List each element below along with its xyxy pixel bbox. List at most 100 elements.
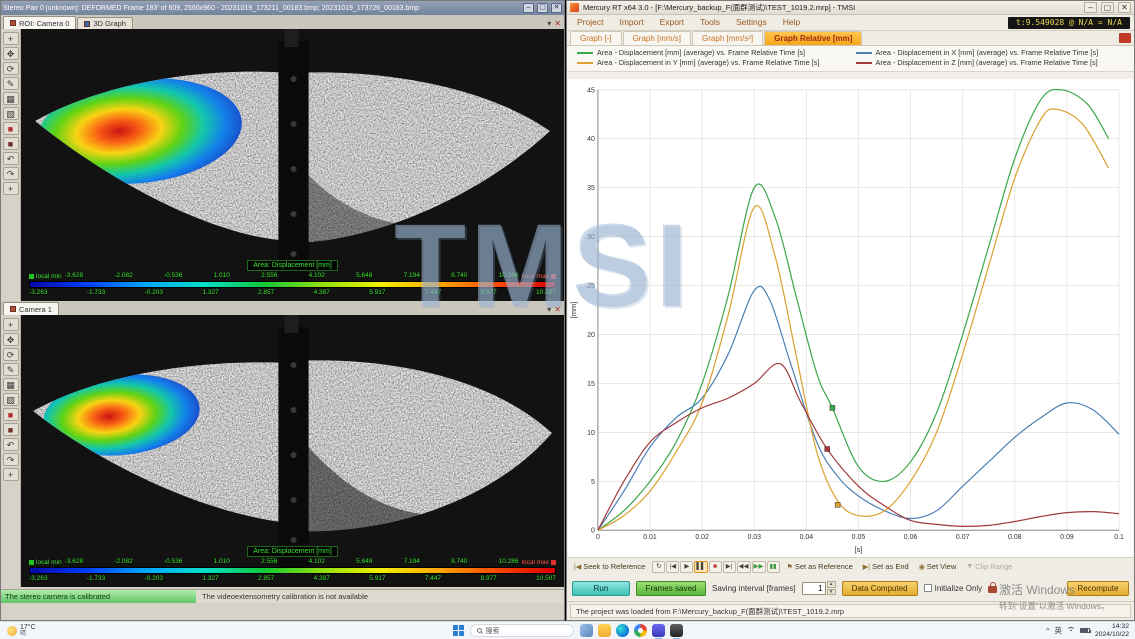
close-button[interactable]: ✕: [551, 3, 562, 13]
media-app-icon[interactable]: [652, 624, 665, 637]
close-view-icon[interactable]: ✕: [554, 19, 561, 29]
capture-app-icon[interactable]: [670, 624, 683, 637]
legend-item: Area - Displacement in X [mm] (average) …: [856, 48, 1125, 58]
menu-tools[interactable]: Tools: [692, 15, 728, 30]
marker-red-icon[interactable]: ■: [3, 408, 19, 421]
collapse-view-icon[interactable]: ▾: [547, 19, 551, 29]
pause-icon[interactable]: ▌▌: [694, 561, 707, 573]
camera1-image-area[interactable]: Area: Displacement [mm] local min -3.628…: [21, 315, 564, 587]
svg-text:0.06: 0.06: [904, 534, 918, 541]
tray-expand-button[interactable]: ^: [1046, 626, 1050, 635]
battery-icon[interactable]: [1080, 628, 1090, 633]
file-explorer-icon[interactable]: [598, 624, 611, 637]
set-as-reference-button[interactable]: ⚑ Set as Reference: [784, 560, 856, 573]
rotate-icon[interactable]: ⟳: [3, 348, 19, 361]
grid-icon[interactable]: ▦: [3, 92, 19, 105]
close-view-icon[interactable]: ✕: [554, 305, 561, 315]
stop-icon[interactable]: ■: [709, 561, 722, 573]
tab-graph-mm-s[interactable]: Graph [mm/s]: [623, 31, 691, 45]
search-box[interactable]: 搜索: [470, 624, 574, 637]
menu-project[interactable]: Project: [569, 15, 611, 30]
recompute-button[interactable]: Recompute: [1067, 581, 1129, 596]
marker-dark-icon[interactable]: ■: [3, 423, 19, 436]
marker-red-icon[interactable]: ■: [3, 122, 19, 135]
grid-icon[interactable]: ▦: [3, 378, 19, 391]
add-roi-icon[interactable]: +: [3, 318, 19, 331]
seek-to-reference-button[interactable]: |◀ Seek to Reference: [571, 560, 648, 573]
wifi-icon[interactable]: [1067, 627, 1075, 635]
edit-icon[interactable]: ✎: [3, 363, 19, 376]
undo-icon[interactable]: ↶: [3, 438, 19, 451]
set-as-end-button[interactable]: ▶| Set as End: [860, 560, 912, 573]
colorbar-tick: 4.387: [314, 575, 330, 583]
lock-icon[interactable]: [988, 586, 997, 593]
frame-marker[interactable]: [835, 502, 840, 507]
frame-time-display: t:9.549028 @ N/A = N/A: [1008, 17, 1130, 29]
start-button[interactable]: [453, 625, 464, 636]
chart-canvas[interactable]: 00.010.020.030.040.050.060.070.080.090.1…: [568, 79, 1133, 557]
tab-graph[interactable]: Graph [-]: [570, 31, 622, 45]
colorbar-tick: 10.507: [536, 575, 556, 583]
marker-dark-icon[interactable]: ■: [3, 137, 19, 150]
add-point-icon[interactable]: +: [3, 468, 19, 481]
skip-start-icon[interactable]: |◀: [666, 561, 679, 573]
menu-settings[interactable]: Settings: [728, 15, 775, 30]
camera0-image-area[interactable]: Area: Displacement [mm] local min -3.628…: [21, 29, 564, 301]
mask-icon[interactable]: ▨: [3, 107, 19, 120]
tab-camera-1[interactable]: Camera 1: [3, 302, 59, 315]
maximize-button[interactable]: ▢: [537, 3, 548, 13]
tab-roi-camera-0[interactable]: ROI: Camera 0: [3, 16, 76, 29]
spin-up-icon[interactable]: ▲: [827, 581, 836, 588]
menu-import[interactable]: Import: [611, 15, 651, 30]
checkbox-box[interactable]: [924, 584, 932, 592]
colorbar-tick: 1.327: [202, 289, 218, 297]
run-button[interactable]: Run: [572, 581, 630, 596]
marker-bars-icon[interactable]: ▮▮: [767, 561, 780, 573]
mask-icon[interactable]: ▨: [3, 393, 19, 406]
legend-swatch: [577, 52, 593, 54]
edit-icon[interactable]: ✎: [3, 77, 19, 90]
ime-indicator[interactable]: 英: [1054, 625, 1062, 636]
weather-condition: 晴: [20, 631, 36, 638]
pan-icon[interactable]: ✥: [3, 333, 19, 346]
maximize-button[interactable]: ▢: [1101, 2, 1114, 13]
menu-export[interactable]: Export: [652, 15, 693, 30]
menu-help[interactable]: Help: [775, 15, 808, 30]
redo-icon[interactable]: ↷: [3, 453, 19, 466]
frame-marker[interactable]: [825, 447, 830, 452]
add-point-icon[interactable]: +: [3, 182, 19, 195]
data-computed-button[interactable]: Data Computed: [842, 581, 918, 596]
fast-rewind-icon[interactable]: ◀◀: [737, 561, 751, 573]
saving-interval-input[interactable]: [802, 582, 826, 595]
add-roi-icon[interactable]: +: [3, 32, 19, 45]
clip-range-button[interactable]: ▼ Clip Range: [963, 560, 1015, 573]
play-icon[interactable]: ▶: [680, 561, 693, 573]
tab-graph-mm-s[interactable]: Graph [mm/s²]: [692, 31, 763, 45]
loop-icon[interactable]: ↻: [652, 561, 665, 573]
skip-end-icon[interactable]: ▶|: [723, 561, 736, 573]
set-view-button[interactable]: ◉ Set View: [916, 560, 960, 573]
edge-icon[interactable]: [616, 624, 629, 637]
spin-down-icon[interactable]: ▼: [827, 589, 836, 596]
frame-marker[interactable]: [830, 405, 835, 410]
undo-icon[interactable]: ↶: [3, 152, 19, 165]
redo-icon[interactable]: ↷: [3, 167, 19, 180]
browser-icon[interactable]: [634, 624, 647, 637]
tab-3d-graph[interactable]: 3D Graph: [77, 17, 133, 29]
minimize-button[interactable]: –: [1084, 2, 1097, 13]
minimize-button[interactable]: –: [523, 3, 534, 13]
fast-forward-icon[interactable]: ▶▶: [752, 561, 766, 573]
initialize-only-checkbox[interactable]: Initialize Only: [924, 584, 983, 593]
collapse-view-icon[interactable]: ▾: [547, 305, 551, 315]
tab-graph-relative-mm[interactable]: Graph Relative [mm]: [764, 31, 862, 45]
pan-icon[interactable]: ✥: [3, 47, 19, 60]
tab-icon: [10, 306, 16, 312]
clock[interactable]: 14:32 2024/10/22: [1095, 623, 1129, 638]
frames-saved-button[interactable]: Frames saved: [636, 581, 706, 596]
local-max-label: local max: [522, 559, 556, 566]
weather-widget[interactable]: 17°C 晴: [0, 622, 43, 639]
close-button[interactable]: ✕: [1118, 2, 1131, 13]
rotate-icon[interactable]: ⟳: [3, 62, 19, 75]
task-view-icon[interactable]: [580, 624, 593, 637]
graph-menu-icon[interactable]: [1119, 33, 1131, 43]
